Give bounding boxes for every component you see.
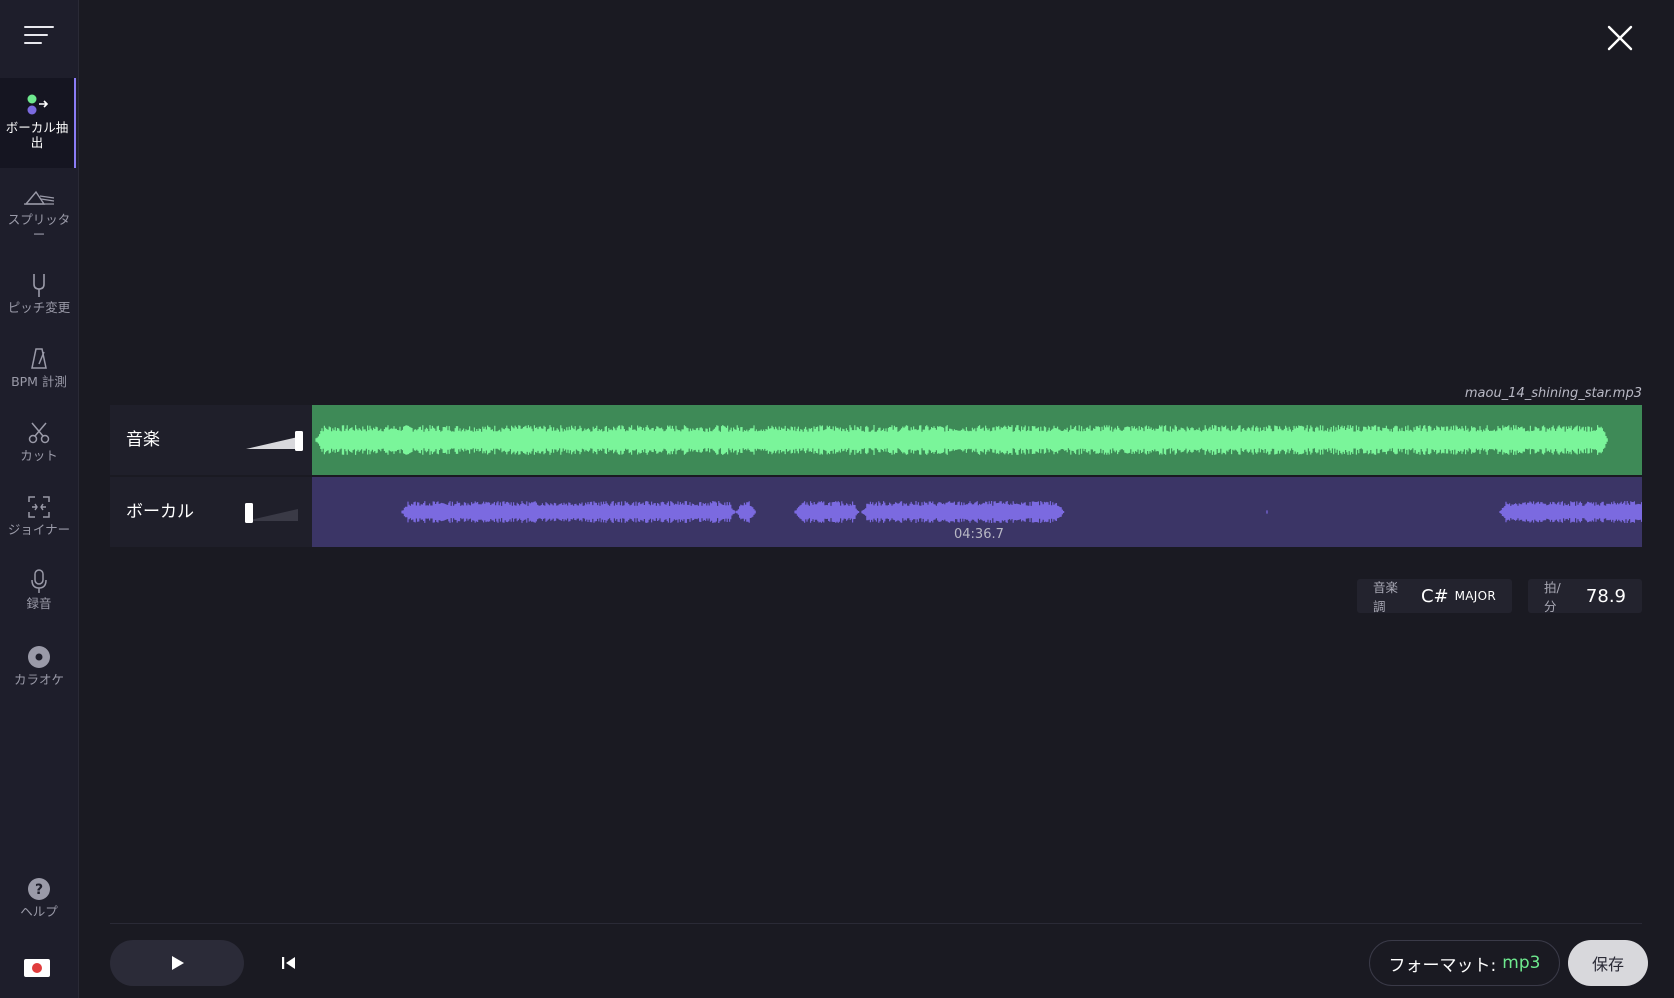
volume-slider[interactable] <box>244 499 304 525</box>
format-button[interactable]: フォーマット: mp3 <box>1369 940 1560 986</box>
sidebar-item-splitter[interactable]: スプリッター <box>0 184 78 242</box>
svg-text:?: ? <box>35 882 43 898</box>
sidebar-item-label: ジョイナー <box>7 522 71 537</box>
sidebar-item-help[interactable]: ? ヘルプ <box>0 876 78 919</box>
vocal-extract-icon <box>27 94 49 115</box>
joiner-icon <box>28 496 50 518</box>
metronome-icon <box>31 348 47 369</box>
menu-icon[interactable] <box>24 26 54 50</box>
sidebar-item-label: BPM 計測 <box>11 374 67 389</box>
sidebar-item-label: カラオケ <box>13 672 64 687</box>
help-icon: ? <box>28 878 50 900</box>
sidebar: ボーカル抽出 スプリッター ピッチ変更 BPM 計測 カット ジョイナー 録音 … <box>0 0 79 998</box>
scissors-icon <box>28 422 50 444</box>
sidebar-item-karaoke[interactable]: カラオケ <box>0 644 78 687</box>
format-label: フォーマット: <box>1388 955 1497 976</box>
bpm-badge: 拍/分 78.9 <box>1528 579 1642 614</box>
sidebar-item-label: 録音 <box>26 596 52 611</box>
track-vocal: ボーカル <box>110 477 1642 547</box>
sidebar-item-label: ボーカル抽出 <box>5 120 69 150</box>
japan-flag-icon[interactable] <box>24 959 50 977</box>
key-badge: 音楽調 C# MAJOR <box>1357 579 1512 614</box>
format-value: mp3 <box>1502 953 1541 973</box>
waveform-music[interactable] <box>312 405 1642 475</box>
disc-icon <box>28 646 50 668</box>
bpm-label: 拍/分 <box>1544 580 1561 614</box>
duration-label: 04:36.7 <box>954 527 1004 542</box>
key-label: 音楽調 <box>1373 580 1399 614</box>
microphone-icon <box>31 569 47 593</box>
track-music: 音楽 <box>110 405 1642 475</box>
sidebar-item-label: スプリッター <box>7 212 71 242</box>
close-icon[interactable] <box>1606 24 1634 52</box>
volume-slider[interactable] <box>244 427 304 453</box>
sidebar-item-pitch[interactable]: ピッチ変更 <box>0 272 78 315</box>
save-button[interactable]: 保存 <box>1568 940 1648 986</box>
sidebar-item-cut[interactable]: カット <box>0 420 78 463</box>
file-name: maou_14_shining_star.mp3 <box>1464 386 1642 401</box>
sidebar-item-label: カット <box>20 448 58 463</box>
sidebar-item-joiner[interactable]: ジョイナー <box>0 494 78 537</box>
track-name: ボーカル <box>126 502 194 522</box>
sidebar-item-label: ヘルプ <box>20 904 58 919</box>
skip-back-icon[interactable] <box>278 953 300 973</box>
track-name: 音楽 <box>126 430 160 450</box>
tuning-fork-icon <box>33 274 45 297</box>
splitter-icon <box>24 190 55 205</box>
play-icon <box>172 956 184 970</box>
sidebar-item-record[interactable]: 録音 <box>0 568 78 611</box>
bpm-value: 78.9 <box>1585 585 1626 607</box>
sidebar-item-label: ピッチ変更 <box>7 300 71 315</box>
sidebar-item-bpm[interactable]: BPM 計測 <box>0 346 78 389</box>
play-button[interactable] <box>110 940 244 986</box>
divider <box>110 923 1642 924</box>
key-note: C# <box>1420 585 1449 607</box>
sidebar-item-vocal-extract[interactable]: ボーカル抽出 <box>0 78 76 168</box>
key-mode: MAJOR <box>1454 589 1496 603</box>
